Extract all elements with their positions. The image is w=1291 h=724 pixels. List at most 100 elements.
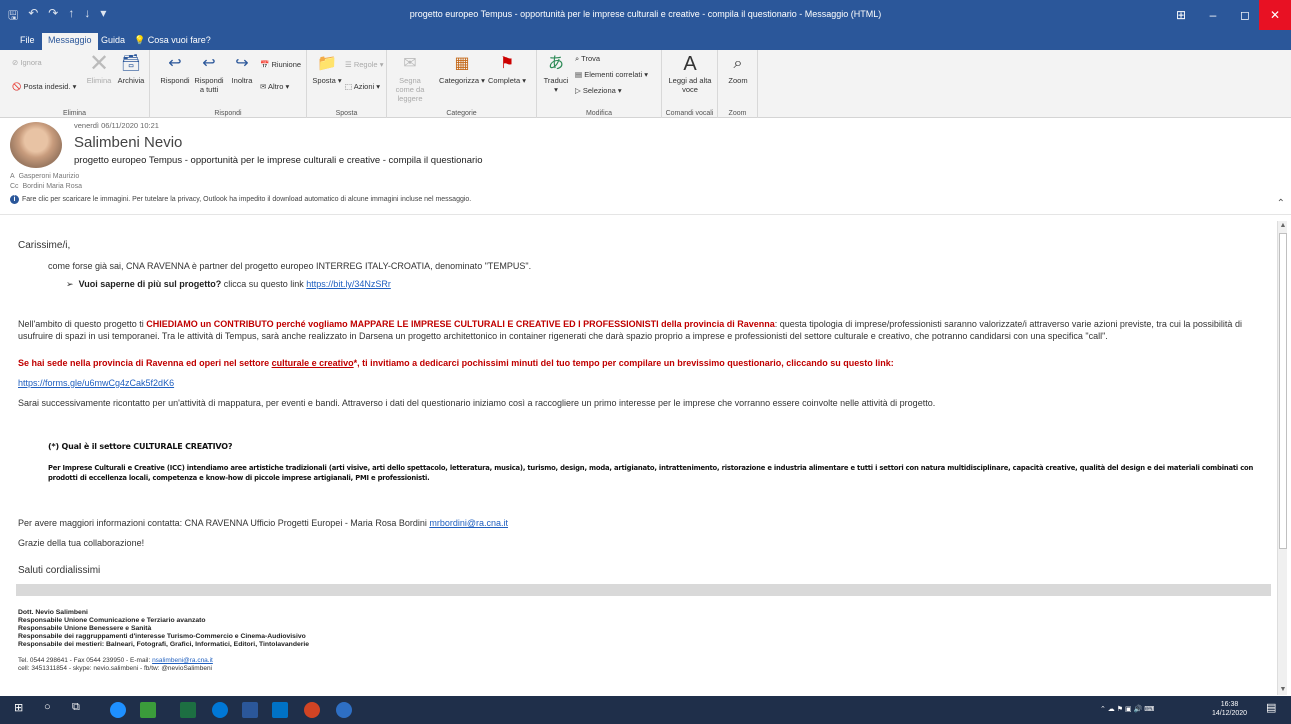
signature-cell: cell: 3451311854 - skype: nevio.salimben… [18,665,212,672]
to-recipient[interactable]: Gasperoni Maurizio [19,173,80,180]
actions-button[interactable]: ⬚ Azioni ▾ [345,82,380,91]
scroll-down-icon[interactable]: ▼ [1279,685,1287,695]
tell-me-search[interactable]: 💡 Cosa vuoi fare? [128,33,217,50]
paragraph-followup: Sarai successivamente ricontatto per un'… [18,398,936,408]
forward-button[interactable]: ↪ Inoltra [226,54,258,85]
signature-email-link[interactable]: nsalimbeni@ra.cna.it [152,657,213,664]
search-icon[interactable]: ○ [44,701,51,713]
tab-file[interactable]: File [14,33,41,50]
sender-name[interactable]: Salimbeni Nevio [74,134,182,151]
archive-icon: 🗃 [120,55,142,72]
group-rispondi: ↩ Rispondi ↩ Rispondi a tutti ↪ Inoltra … [150,50,307,118]
customize-qat-icon[interactable]: ▾ [100,6,106,27]
tab-messaggio[interactable]: Messaggio [42,33,98,50]
find-button[interactable]: ⌕ Trova [575,54,600,64]
tray-icons[interactable]: ⌃ ☁ ⚑ ▣ 🔊 ⌨ [1100,705,1154,714]
greeting: Carissime/i, [18,240,71,251]
down-icon[interactable]: ↓ [84,6,90,27]
save-icon[interactable]: 🖫 [8,6,18,27]
group-comandi-vocali: A Leggi ad alta voce Comandi vocali [662,50,718,118]
app-icon[interactable] [336,702,352,718]
header-divider [0,214,1291,215]
tell-me-label: Cosa vuoi fare? [147,35,211,45]
categorize-icon: ▦ [454,55,470,72]
regards-line: Saluti cordialissimi [18,565,101,576]
collapse-header-chevron-icon[interactable]: ⌃ [1277,198,1285,209]
related-button[interactable]: ▤ Elementi correlati ▾ [575,70,648,79]
vertical-scrollbar[interactable]: ▲ ▼ [1277,221,1287,695]
cc-recipient[interactable]: Bordini Maria Rosa [22,183,82,190]
more-respond-button[interactable]: ✉ Altro ▾ [260,82,289,91]
paragraph-mapping: Nell'ambito di questo progetto ti CHIEDI… [18,319,1242,341]
translate-button[interactable]: あ Traduci ▾ [541,54,571,94]
actions-icon: ⬚ [345,82,353,91]
up-icon[interactable]: ↑ [68,6,74,27]
minimize-button[interactable]: – [1197,0,1229,30]
reply-icon: ↩ [168,55,182,72]
download-images-infobar[interactable]: i Fare clic per scaricare le immagini. P… [10,195,471,204]
task-view-icon[interactable]: ⧉ [72,701,80,714]
to-label: A [10,173,15,180]
ignore-button[interactable]: ⊘ Ignora [12,58,42,67]
reply-all-button[interactable]: ↩ Rispondi a tutti [192,54,226,94]
flag-icon: ⚑ [499,55,515,72]
bullet-line: ➢ Vuoi saperne di più sul progetto? clic… [66,279,391,289]
group-label-rispondi: Rispondi [214,110,242,117]
excel-icon[interactable] [180,702,196,718]
group-sposta: 📁 Sposta ▾ ☰ Regole ▾ ⬚ Azioni ▾ Sposta [307,50,387,118]
group-label-categorie: Categorie [446,110,477,117]
scroll-thumb[interactable] [1279,233,1287,549]
word-icon[interactable] [242,702,258,718]
clock-time: 16:38 [1220,701,1239,708]
follow-up-button[interactable]: ⚑ Completa ▾ [487,54,527,85]
mark-unread-button[interactable]: ✉ Segna come da leggere [389,54,431,103]
clock[interactable]: 16:38 14/12/2020 [1212,700,1247,718]
rules-button[interactable]: ☰ Regole ▾ [345,60,383,69]
form-link[interactable]: https://forms.gle/u6mwCg4zCak5f2dK6 [18,378,174,388]
cc-line: Cc Bordini Maria Rosa [10,183,82,190]
notifications-icon[interactable]: ▤ [1266,701,1276,714]
select-icon: ▷ [575,86,581,95]
translate-icon: あ [547,55,564,72]
ribbon: ⊘ Ignora 🚫 Posta indesid. ▾ ✕ Elimina 🗃 … [0,50,1291,118]
find-icon: ⌕ [575,54,580,63]
signature-tel: Tel. 0544 298641 - Fax 0544 239950 - E-m… [18,657,213,664]
maximize-button[interactable]: ◻ [1229,0,1261,30]
read-aloud-button[interactable]: A Leggi ad alta voce [666,54,714,94]
close-button[interactable]: ✕ [1259,0,1291,30]
archive-button[interactable]: 🗃 Archivia [114,54,148,85]
redo-icon[interactable]: ↷ [48,6,58,27]
project-link[interactable]: https://bit.ly/34NzSRr [306,279,391,289]
chrome-icon[interactable] [304,702,320,718]
store-icon[interactable] [140,702,156,718]
tab-guida[interactable]: Guida [95,33,131,50]
infobar-text: Fare clic per scaricare le immagini. Per… [22,196,472,203]
window-title: progetto europeo Tempus - opportunità pe… [409,9,882,19]
move-button[interactable]: 📁 Sposta ▾ [311,54,343,85]
junk-button[interactable]: 🚫 Posta indesid. ▾ [12,82,76,91]
ribbon-tabs: File Messaggio Guida 💡 Cosa vuoi fare? [0,30,1291,50]
group-modifica: あ Traduci ▾ ⌕ Trova ▤ Elementi correlati… [537,50,662,118]
more-icon: ✉ [260,82,267,91]
undo-icon[interactable]: ↶ [28,6,38,27]
group-label-modifica: Modifica [585,110,613,117]
select-button[interactable]: ▷ Seleziona ▾ [575,86,622,95]
envelope-icon: ✉ [403,55,417,72]
contact-email-link[interactable]: mrbordini@ra.cna.it [429,518,508,528]
delete-button[interactable]: ✕ Elimina [84,52,114,86]
meeting-button[interactable]: 📅 Riunione [260,60,301,69]
ribbon-display-options-button[interactable]: ⊞ [1165,0,1197,30]
forward-icon: ↪ [235,55,249,72]
info-icon: i [10,195,19,204]
edge-icon[interactable] [110,702,126,718]
folder-icon: 📁 [317,55,337,72]
scroll-up-icon[interactable]: ▲ [1279,221,1287,231]
windows-start-icon[interactable]: ⊞ [14,701,23,714]
categorize-button[interactable]: ▦ Categorizza ▾ [437,54,487,85]
related-icon: ▤ [575,70,583,79]
internet-explorer-icon[interactable] [212,702,228,718]
zoom-button[interactable]: ⌕ Zoom [722,54,754,85]
avatar [10,122,62,168]
outlook-icon[interactable] [272,702,288,718]
reply-button[interactable]: ↩ Rispondi [158,54,192,85]
